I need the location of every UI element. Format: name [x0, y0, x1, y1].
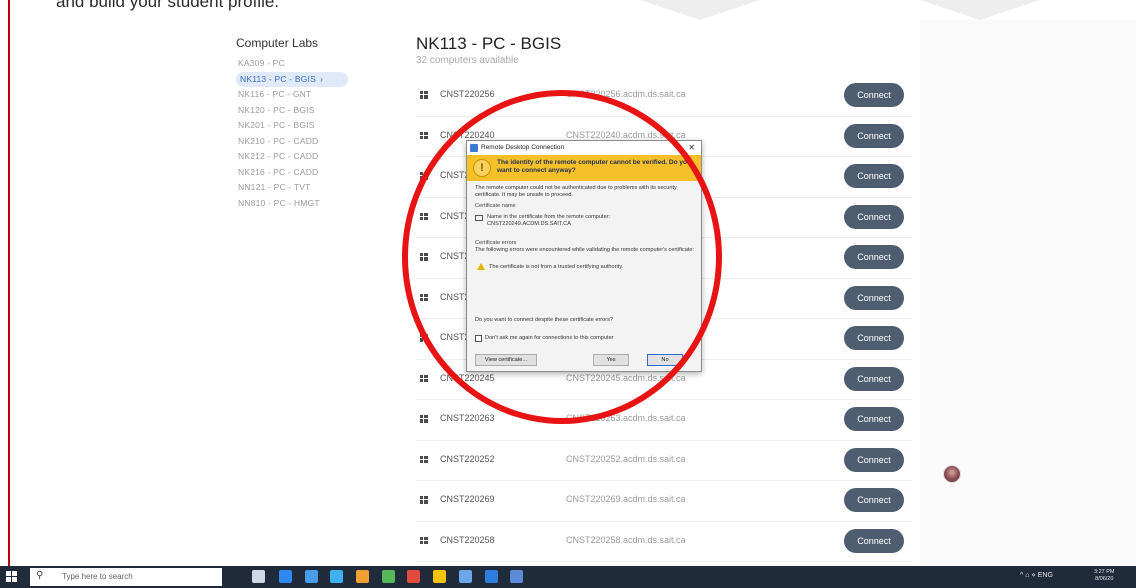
- computers-available-count: 32 computers available: [416, 55, 519, 66]
- taskbar-app-icon[interactable]: [279, 570, 292, 583]
- computer-row: CNST220269 CNST220269.acdm.ds.sait.ca Conn…: [416, 481, 912, 522]
- sidebar-item-label: KA309 - PC: [238, 58, 285, 68]
- search-placeholder: Type here to search: [62, 572, 133, 581]
- computer-hostname: CNST220252.acdm.ds.sait.ca: [566, 453, 686, 464]
- screenshot-root: and build your student profile. Computer…: [0, 0, 1136, 588]
- taskbar-app-icon[interactable]: [356, 570, 369, 583]
- taskbar-app-icon[interactable]: [330, 570, 343, 583]
- document-margin-rule: [8, 0, 10, 566]
- sidebar-item-label: NK201 - PC - BGIS: [238, 120, 315, 130]
- connect-button[interactable]: Connect: [844, 83, 904, 107]
- clock-date: 8/06/20: [1095, 576, 1114, 582]
- windows-icon: [420, 91, 428, 99]
- sidebar-item[interactable]: NK212 - PC - CADD: [236, 149, 376, 165]
- sidebar-item-label: NK216 - PC - CADD: [238, 166, 319, 177]
- chevron-right-icon: ›: [320, 73, 324, 84]
- sidebar-item[interactable]: NK116 - PC - GNT: [236, 87, 376, 103]
- taskbar-app-icon[interactable]: [459, 570, 472, 583]
- windows-icon: [420, 415, 428, 423]
- sidebar-item-label: NK210 - PC - CADD: [238, 135, 319, 146]
- sidebar-item-label: NK113 - PC - BGIS: [240, 73, 316, 84]
- windows-icon: [420, 455, 428, 464]
- windows-start-icon[interactable]: [6, 571, 18, 583]
- sidebar-list: KA309 - PC NK113 - PC - BGIS › NK116 - PC -…: [236, 56, 376, 211]
- computer-name: CNST220252: [440, 453, 495, 464]
- windows-taskbar: ⚲ Type here to search ^ ⌂ ⋄ ENG 3:27 PM …: [0, 566, 1136, 588]
- connect-button[interactable]: Connect: [844, 407, 904, 431]
- taskbar-app-icon[interactable]: [485, 570, 498, 583]
- connect-button[interactable]: Connect: [844, 366, 904, 391]
- sidebar-item-label: NK212 - PC - CADD: [238, 151, 319, 161]
- sidebar-item[interactable]: NK210 - PC - CADD: [236, 134, 376, 150]
- system-tray[interactable]: ^ ⌂ ⋄ ENG: [1020, 571, 1053, 579]
- close-icon[interactable]: ✕: [688, 141, 695, 155]
- connect-button[interactable]: Connect: [844, 326, 904, 350]
- sidebar-item[interactable]: NN121 - PC - TVT: [236, 180, 376, 196]
- sidebar-item-label: NN121 - PC - TVT: [238, 182, 311, 192]
- sidebar-item[interactable]: NK120 - PC - BGIS: [236, 103, 376, 119]
- windows-icon: [420, 374, 428, 383]
- sidebar-item[interactable]: NK201 - PC - BGIS: [236, 118, 376, 134]
- windows-icon: [420, 496, 428, 504]
- computer-name: CNST220256: [440, 89, 495, 99]
- sidebar-item[interactable]: NK216 - PC - CADD: [236, 165, 376, 181]
- taskbar-app-icon[interactable]: [305, 570, 318, 583]
- computer-hostname: CNST220258.acdm.ds.sait.ca: [566, 534, 686, 545]
- sidebar-title: Computer Labs: [236, 36, 319, 50]
- connect-button[interactable]: Connect: [844, 447, 904, 472]
- computer-name: CNST220263: [440, 413, 495, 423]
- decorative-wedge: [640, 0, 760, 20]
- taskbar-clock[interactable]: 3:27 PM 8/06/20: [1094, 569, 1114, 583]
- taskbar-app-icon[interactable]: [433, 570, 446, 583]
- computer-labs-sidebar: Computer Labs KA309 - PC NK113 - PC - BGI…: [236, 36, 376, 211]
- computer-name: CNST220258: [440, 534, 495, 545]
- highlight-circle: [402, 90, 722, 424]
- sidebar-item[interactable]: KA309 - PC: [236, 56, 376, 72]
- computer-row: CNST220258 CNST220258.acdm.ds.sait.ca Conn…: [416, 522, 912, 562]
- document-caption: and build your student profile.: [56, 0, 280, 11]
- search-icon: ⚲: [36, 570, 44, 581]
- taskbar-app-icon[interactable]: [252, 570, 265, 583]
- computer-hostname: CNST220269.acdm.ds.sait.ca: [566, 494, 686, 504]
- decorative-wedge: [920, 0, 1040, 20]
- windows-icon: [420, 131, 428, 140]
- sidebar-item-label: NK120 - PC - BGIS: [238, 104, 315, 115]
- sidebar-item-label: NK116 - PC - GNT: [238, 89, 312, 99]
- computer-row: CNST220252 CNST220252.acdm.ds.sait.ca Conn…: [416, 441, 912, 481]
- sidebar-item[interactable]: NK113 - PC - BGIS ›: [236, 71, 348, 87]
- connect-button[interactable]: Connect: [844, 245, 904, 269]
- taskbar-app-icon[interactable]: [510, 570, 523, 583]
- taskbar-search-input[interactable]: ⚲ Type here to search: [30, 568, 222, 586]
- avatar[interactable]: [943, 465, 961, 483]
- taskbar-app-icon[interactable]: [407, 570, 420, 583]
- sidebar-item-label: NN810 - PC - HMGT: [238, 197, 320, 208]
- connect-button[interactable]: Connect: [844, 164, 904, 188]
- clock-time: 3:27 PM: [1094, 569, 1115, 575]
- connect-button[interactable]: Connect: [844, 204, 904, 229]
- page-gutter: [920, 20, 1136, 566]
- connect-button[interactable]: Connect: [844, 528, 904, 553]
- page-title: NK113 - PC - BGIS: [416, 34, 562, 53]
- connect-button[interactable]: Connect: [844, 285, 904, 310]
- windows-icon: [420, 536, 428, 545]
- connect-button[interactable]: Connect: [844, 488, 904, 512]
- connect-button[interactable]: Connect: [844, 123, 904, 148]
- computer-name: CNST220269: [440, 494, 495, 504]
- taskbar-app-icon[interactable]: [382, 570, 395, 583]
- sidebar-item[interactable]: NN810 - PC - HMGT: [236, 196, 376, 212]
